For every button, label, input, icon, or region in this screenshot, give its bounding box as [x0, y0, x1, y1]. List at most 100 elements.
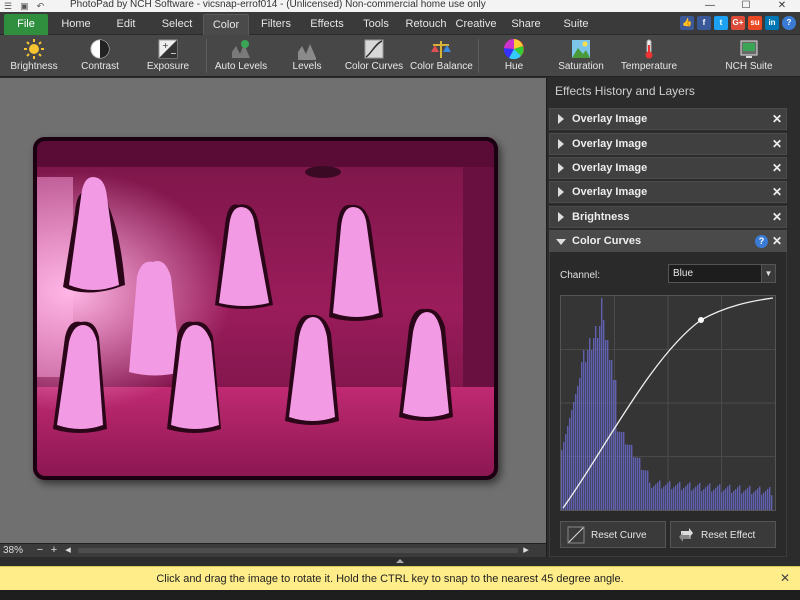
layer-label: Overlay Image: [572, 138, 648, 150]
histogram-bar: [635, 457, 637, 510]
auto-levels-label: Auto Levels: [214, 61, 268, 72]
histogram-bar: [715, 487, 717, 510]
undo-icon[interactable]: ↶: [37, 0, 45, 12]
expand-arrow-icon[interactable]: [558, 212, 564, 222]
panel-collapse-strip[interactable]: [0, 557, 800, 566]
app-menu-icon[interactable]: ☰: [4, 0, 12, 12]
tab-select[interactable]: Select: [156, 14, 198, 35]
help-icon[interactable]: ?: [782, 16, 796, 30]
scroll-right-button[interactable]: ▸: [520, 544, 532, 556]
image-canvas[interactable]: [0, 78, 546, 543]
help-icon[interactable]: ?: [755, 235, 768, 248]
tab-filters[interactable]: Filters: [256, 14, 296, 35]
hint-bar: Click and drag the image to rotate it. H…: [0, 566, 800, 590]
scroll-left-button[interactable]: ◂: [62, 544, 74, 556]
histogram-bar: [591, 350, 593, 510]
thumbs-up-icon[interactable]: 👍: [680, 16, 694, 30]
tab-edit[interactable]: Edit: [108, 14, 144, 35]
tab-retouch[interactable]: Retouch: [404, 14, 448, 35]
expand-arrow-icon[interactable]: [558, 139, 564, 149]
histogram-bar: [657, 482, 659, 510]
layer-item[interactable]: Overlay Image ✕: [549, 181, 787, 203]
tab-suite[interactable]: Suite: [560, 14, 592, 35]
color-curves-settings: Channel: Blue ▼ Reset Curve Reset Effect: [549, 252, 787, 557]
levels-button[interactable]: Levels: [282, 37, 332, 75]
tab-tools[interactable]: Tools: [358, 14, 394, 35]
remove-layer-icon[interactable]: ✕: [772, 137, 782, 151]
tab-file[interactable]: File: [4, 14, 48, 35]
curve-editor[interactable]: [560, 295, 776, 511]
layer-item-color-curves[interactable]: Color Curves ? ✕: [549, 230, 787, 252]
auto-levels-button[interactable]: Auto Levels: [212, 37, 270, 75]
nch-suite-button[interactable]: NCH Suite: [722, 37, 776, 75]
curve-graph: [561, 296, 775, 510]
histogram-bar: [709, 483, 711, 510]
window-title: PhotoPad by NCH Software - vicsnap-errof…: [70, 0, 486, 10]
histogram-bar: [701, 491, 703, 510]
histogram-bar: [655, 484, 657, 510]
exposure-button[interactable]: + − Exposure: [140, 37, 196, 75]
maximize-button[interactable]: ☐: [728, 0, 764, 12]
contrast-label: Contrast: [81, 61, 119, 72]
layer-item[interactable]: Overlay Image ✕: [549, 108, 787, 130]
histogram-bar: [645, 470, 647, 510]
histogram-bar: [581, 362, 583, 510]
remove-layer-icon[interactable]: ✕: [772, 210, 782, 224]
tab-share[interactable]: Share: [508, 14, 544, 35]
color-curves-button[interactable]: Color Curves: [344, 37, 404, 75]
expand-arrow-icon[interactable]: [558, 163, 564, 173]
layer-label: Brightness: [572, 211, 630, 223]
tab-home[interactable]: Home: [56, 14, 96, 35]
close-hint-icon[interactable]: ✕: [780, 571, 790, 585]
collapse-up-icon[interactable]: [396, 559, 404, 563]
expand-arrow-icon[interactable]: [558, 114, 564, 124]
ribbon-separator: [206, 39, 207, 73]
edited-photo[interactable]: [33, 137, 498, 480]
contrast-button[interactable]: Contrast: [72, 37, 128, 75]
twitter-icon[interactable]: t: [714, 16, 728, 30]
tab-effects[interactable]: Effects: [306, 14, 348, 35]
brightness-button[interactable]: Brightness: [6, 37, 62, 75]
histogram-bar: [587, 350, 589, 510]
color-balance-button[interactable]: Color Balance: [410, 37, 473, 75]
linkedin-icon[interactable]: in: [765, 16, 779, 30]
stumbleupon-icon[interactable]: su: [748, 16, 762, 30]
channel-value: Blue: [673, 268, 694, 279]
tab-color[interactable]: Color: [203, 14, 249, 35]
levels-label: Levels: [292, 61, 322, 72]
collapse-arrow-icon[interactable]: [556, 239, 566, 245]
channel-select[interactable]: Blue ▼: [668, 264, 776, 283]
zoom-level: 38%: [3, 545, 24, 556]
layer-item[interactable]: Overlay Image ✕: [549, 157, 787, 179]
layer-item[interactable]: Overlay Image ✕: [549, 133, 787, 155]
remove-layer-icon[interactable]: ✕: [772, 161, 782, 175]
curve-control-point[interactable]: [698, 317, 704, 323]
histogram-bar: [751, 494, 753, 510]
zoom-out-button[interactable]: −: [34, 544, 46, 556]
remove-layer-icon[interactable]: ✕: [772, 185, 782, 199]
expand-arrow-icon[interactable]: [558, 187, 564, 197]
panel-title: Effects History and Layers: [555, 84, 695, 98]
reset-curve-label: Reset Curve: [591, 530, 647, 541]
reset-effect-button[interactable]: Reset Effect: [670, 521, 776, 548]
saturation-button[interactable]: Saturation: [556, 37, 606, 75]
close-window-button[interactable]: ✕: [764, 0, 800, 12]
minimize-button[interactable]: —: [692, 0, 728, 12]
save-icon[interactable]: ▣: [20, 0, 29, 12]
histogram-bar: [685, 486, 687, 510]
horizontal-scroll-thumb[interactable]: [78, 548, 518, 553]
tab-creative[interactable]: Creative: [454, 14, 498, 35]
histogram-bar: [769, 487, 771, 510]
canvas-scrollbar[interactable]: 38% − + ◂ ▸: [0, 543, 546, 557]
zoom-in-button[interactable]: +: [48, 544, 60, 556]
hue-button[interactable]: Hue: [490, 37, 538, 75]
google-plus-icon[interactable]: G+: [731, 16, 745, 30]
remove-layer-icon[interactable]: ✕: [772, 234, 782, 248]
reset-curve-button[interactable]: Reset Curve: [560, 521, 666, 548]
layer-item[interactable]: Brightness ✕: [549, 206, 787, 228]
histogram-bar: [747, 487, 749, 510]
facebook-icon[interactable]: f: [697, 16, 711, 30]
layer-label: Overlay Image: [572, 113, 648, 125]
temperature-button[interactable]: Temperature: [618, 37, 680, 75]
remove-layer-icon[interactable]: ✕: [772, 112, 782, 126]
